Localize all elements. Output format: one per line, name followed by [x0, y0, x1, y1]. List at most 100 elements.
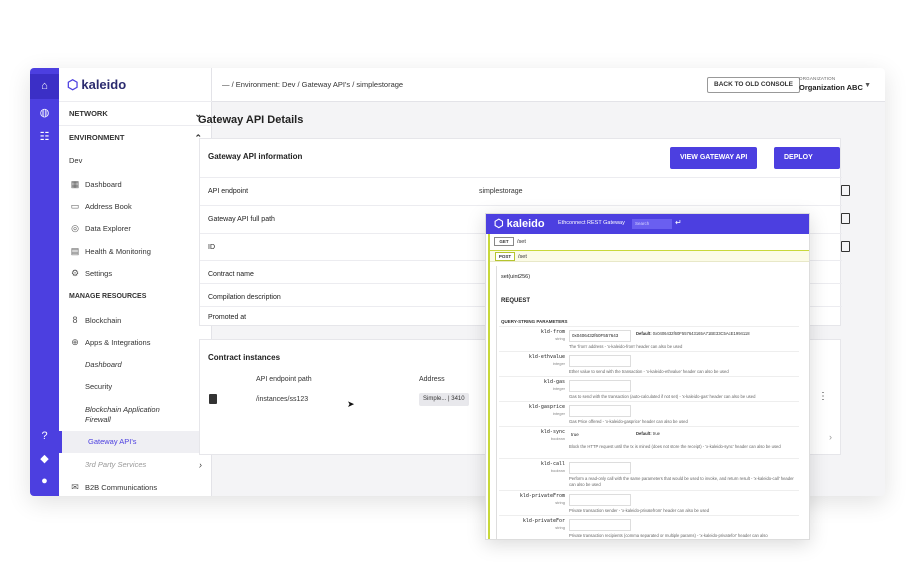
b2b-icon: ✉ [71, 482, 79, 492]
chevron-right-icon: › [199, 460, 202, 470]
home-icon[interactable]: ⌂ [37, 79, 52, 94]
col-header-path: API endpoint path [256, 376, 312, 383]
instance-path[interactable]: /instances/ss123 [256, 396, 308, 403]
sidebar-item-apps[interactable]: ⊕ Apps & Integrations [59, 331, 212, 353]
sidebar-subitem-dashboard[interactable]: Dashboard [59, 354, 212, 376]
sidebar-item-label: Health & Monitoring [85, 247, 151, 256]
address-chip[interactable]: Simple... | 3410 [419, 393, 469, 406]
param-desc: Private transaction recipients (comma se… [569, 533, 768, 538]
bell-icon[interactable]: ◆ [37, 452, 52, 467]
method-tag: POST [495, 252, 515, 262]
param-input[interactable] [569, 462, 631, 474]
next-page-icon[interactable]: › [829, 432, 832, 442]
param-input[interactable]: 0x0406432f60F557643 [569, 330, 631, 342]
env-name: Dev [69, 156, 83, 165]
sidebar-item-b2b[interactable]: ✉ B2B Communications [59, 476, 212, 496]
logo-text: kaleido [81, 77, 127, 92]
sidebar-item-label: Settings [85, 269, 113, 278]
sidebar-item-label: Security [85, 382, 113, 391]
row-label: ID [208, 244, 215, 251]
sidebar-subitem-firewall[interactable]: Blockchain Application Firewall [59, 402, 212, 428]
param-row: kld-privateFor string Private transactio… [499, 515, 799, 539]
sidebar-item-data-explorer[interactable]: ◎ Data Explorer [59, 217, 212, 239]
sidebar-item-health[interactable]: ▤ Health & Monitoring [59, 240, 212, 262]
gateway-title: Ethconnect REST Gateway [558, 220, 625, 226]
param-name: kld-ethvalue [528, 354, 565, 360]
param-input[interactable]: true [569, 430, 631, 442]
deploy-instance-button[interactable]: DEPLOY INSTANCE [774, 147, 840, 183]
enter-icon[interactable]: ↵ [675, 218, 682, 227]
param-input[interactable] [569, 494, 631, 506]
back-to-old-console-button[interactable]: BACK TO OLD CONSOLE [707, 77, 800, 93]
sidebar-item-label: Address Book [85, 202, 132, 211]
card-heading: Contract instances [208, 353, 281, 362]
method-tag: GET [494, 237, 514, 247]
param-name: kld-sync [540, 429, 565, 435]
sidebar-section-environment[interactable]: ENVIRONMENT⌃ [59, 125, 212, 149]
param-name: kld-privateFrom [519, 493, 565, 499]
param-name: kld-privateFor [522, 518, 565, 524]
param-default: Default: true [636, 431, 660, 436]
param-type: integer [552, 386, 565, 391]
organization-label: ORGANIZATION [799, 76, 836, 81]
param-default: Default: 0x0406432f60F557643165A71BE33C5… [636, 331, 750, 336]
sidebar-item-blockchain[interactable]: 8 Blockchain [59, 309, 212, 331]
param-desc: Block the HTTP request until the tx is m… [569, 444, 781, 449]
kaleido-logo-icon: ⬡ [67, 77, 79, 92]
sidebar-section-network[interactable]: NETWORK ⌄ [59, 101, 212, 125]
param-type: boolean [550, 436, 565, 441]
param-input[interactable] [569, 519, 631, 531]
sidebar-subitem-security[interactable]: Security [59, 376, 212, 398]
param-type: boolean [550, 468, 565, 473]
sidebar-item-label: Dashboard [85, 180, 122, 189]
default-value: true [652, 431, 660, 436]
param-input[interactable] [569, 380, 631, 392]
method-row-get[interactable]: GET/set [494, 236, 526, 248]
copy-icon[interactable] [841, 213, 850, 224]
sidebar-item-label: Data Explorer [85, 224, 131, 233]
copy-icon[interactable] [841, 185, 850, 196]
param-input[interactable] [569, 355, 631, 367]
param-type: integer [552, 411, 565, 416]
sidebar-item-dashboard[interactable]: ▦ Dashboard [59, 173, 212, 195]
sidebar-subitem-gateway-apis[interactable]: Gateway API's [59, 431, 212, 453]
method-detail: set(uint256) REQUEST QUERY-STRING PARAME… [496, 266, 801, 539]
sidebar-subitem-3rd-party[interactable]: 3rd Party Services › [59, 454, 212, 476]
sidebar-item-env[interactable]: Dev› [59, 150, 212, 172]
sidebar-item-address-book[interactable]: ▭ Address Book [59, 195, 212, 217]
param-desc: Perform a read-only call with the same p… [569, 476, 794, 487]
blockchain-icon: 8 [72, 315, 78, 325]
param-desc: Private transaction sender - 'x-kaleido-… [569, 508, 710, 513]
gateway-header: ⬡ kaleido Ethconnect REST Gateway Search… [486, 214, 809, 234]
sidebar-item-label: Blockchain [85, 316, 122, 325]
sidebar-item-label: Blockchain Application Firewall [85, 405, 160, 424]
query-params-heading: QUERY-STRING PARAMETERS [501, 319, 568, 324]
param-type: string [555, 525, 565, 530]
view-gateway-api-button[interactable]: VIEW GATEWAY API [670, 147, 758, 169]
kaleido-logo[interactable]: ⬡ kaleido [67, 77, 126, 93]
account-icon[interactable]: ● [37, 474, 52, 489]
param-type: string [555, 500, 565, 505]
sidebar-item-settings[interactable]: ⚙ Settings [59, 262, 212, 284]
param-desc: The 'from' address - 'x-kaleido-from' he… [569, 344, 683, 349]
organization-select[interactable]: Organization ABC [799, 83, 863, 92]
network-icon[interactable]: ☷ [37, 130, 52, 145]
page-title: Gateway API Details [198, 114, 304, 126]
help-icon[interactable]: ? [37, 429, 52, 444]
gateway-search-input[interactable]: Search [632, 219, 672, 229]
default-label: Default: [636, 431, 652, 436]
param-type: string [555, 336, 565, 341]
globe-icon[interactable]: ◍ [37, 106, 52, 121]
breadcrumb[interactable]: — / Environment: Dev / Gateway API's / s… [222, 68, 403, 102]
chevron-down-icon[interactable]: ▼ [864, 82, 871, 89]
sidebar-item-label: Apps & Integrations [85, 338, 151, 347]
copy-icon[interactable] [841, 241, 850, 252]
param-row: kld-from string 0x0406432f60F557643 Defa… [499, 326, 799, 351]
param-input[interactable] [569, 405, 631, 417]
sidebar-item-label: 3rd Party Services [85, 460, 147, 469]
row-label: API endpoint [208, 188, 249, 195]
top-bar: — / Environment: Dev / Gateway API's / s… [212, 68, 885, 102]
param-name: kld-from [540, 329, 565, 335]
method-row-post[interactable]: POST/set [490, 250, 809, 262]
more-options-icon[interactable]: ⋮ [818, 391, 828, 402]
